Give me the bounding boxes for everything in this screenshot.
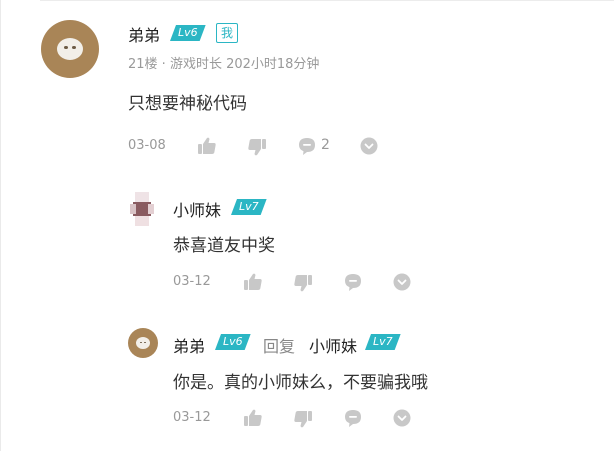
comment-bubble-icon[interactable] bbox=[343, 408, 363, 428]
comment-bubble-icon[interactable] bbox=[343, 272, 363, 292]
level-badge: Lv6 bbox=[215, 334, 251, 350]
avatar[interactable] bbox=[128, 328, 158, 358]
avatar[interactable] bbox=[128, 188, 156, 230]
reply-content: 恭喜道友中奖 bbox=[173, 236, 275, 256]
reply-content: 你是。真的小师妹么，不要骗我哦 bbox=[173, 373, 428, 393]
chevron-down-circle-icon[interactable] bbox=[393, 409, 411, 427]
comment-bubble-icon[interactable] bbox=[297, 136, 317, 156]
thumbs-up-icon[interactable] bbox=[243, 408, 263, 428]
avatar[interactable] bbox=[41, 20, 99, 78]
reply-date: 03-12 bbox=[173, 274, 211, 289]
cat-avatar-icon bbox=[57, 38, 83, 60]
level-badge: Lv7 bbox=[231, 199, 267, 215]
top-divider bbox=[40, 0, 614, 1]
reply-author-name[interactable]: 小师妹 bbox=[173, 197, 221, 221]
comment-author-name[interactable]: 弟弟 bbox=[128, 22, 160, 46]
level-badge: Lv7 bbox=[365, 334, 401, 350]
comment-count: 2 bbox=[321, 137, 330, 153]
thumbs-down-icon[interactable] bbox=[293, 273, 313, 293]
thumbs-up-icon[interactable] bbox=[197, 136, 217, 156]
left-divider bbox=[0, 0, 1, 451]
thumbs-down-icon[interactable] bbox=[293, 409, 313, 429]
comment-content: 只想要神秘代码 bbox=[128, 94, 247, 114]
reply-to-name[interactable]: 小师妹 bbox=[309, 333, 357, 357]
reply-label: 回复 bbox=[263, 337, 296, 356]
me-tag: 我 bbox=[216, 23, 238, 43]
level-badge: Lv6 bbox=[170, 25, 206, 41]
comment-date: 03-08 bbox=[128, 138, 166, 153]
chevron-down-circle-icon[interactable] bbox=[393, 273, 411, 291]
reply-date: 03-12 bbox=[173, 410, 211, 425]
thumbs-up-icon[interactable] bbox=[243, 272, 263, 292]
cat-avatar-icon bbox=[136, 337, 150, 349]
chevron-down-circle-icon[interactable] bbox=[360, 137, 378, 155]
floor-and-playtime: 21楼 · 游戏时长 202小时18分钟 bbox=[128, 57, 320, 72]
thumbs-down-icon[interactable] bbox=[247, 137, 267, 157]
reply-author-name[interactable]: 弟弟 bbox=[173, 333, 205, 357]
